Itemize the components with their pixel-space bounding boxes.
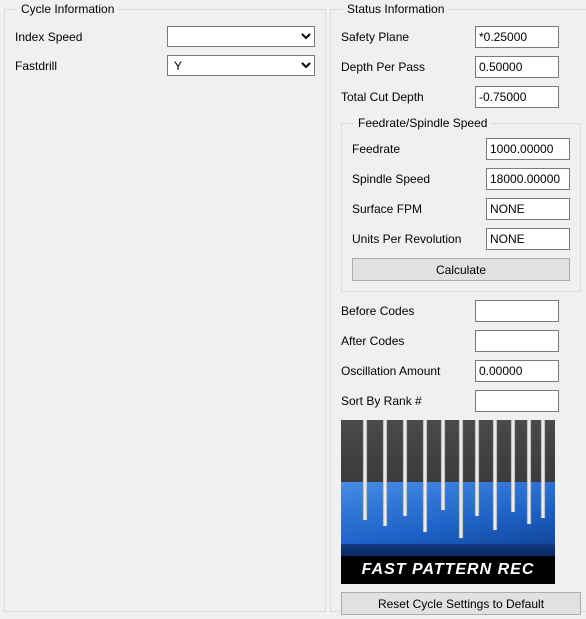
surface-fpm-input[interactable] <box>486 198 570 220</box>
oscillation-amount-input[interactable] <box>475 360 559 382</box>
units-per-rev-label: Units Per Revolution <box>352 232 486 246</box>
fastdrill-label: Fastdrill <box>15 59 167 73</box>
sort-by-rank-row: Sort By Rank # <box>341 390 581 412</box>
preview-caption: FAST PATTERN REC <box>341 556 555 584</box>
cycle-information-group: Cycle Information Index Speed Fastdrill … <box>4 2 326 612</box>
depth-per-pass-row: Depth Per Pass <box>341 56 581 78</box>
drill-rod-icon <box>493 420 497 530</box>
safety-plane-row: Safety Plane <box>341 26 581 48</box>
feedrate-row: Feedrate <box>352 138 570 160</box>
drill-rod-icon <box>383 420 387 526</box>
drill-rod-icon <box>363 420 367 520</box>
surface-fpm-label: Surface FPM <box>352 202 486 216</box>
drill-rod-icon <box>511 420 515 512</box>
depth-per-pass-input[interactable] <box>475 56 559 78</box>
spindle-speed-label: Spindle Speed <box>352 172 486 186</box>
index-speed-row: Index Speed <box>15 26 315 47</box>
calculate-button[interactable]: Calculate <box>352 258 570 281</box>
feedrate-spindle-group: Feedrate/Spindle Speed Feedrate Spindle … <box>341 116 581 292</box>
drill-rod-icon <box>527 420 531 524</box>
safety-plane-input[interactable] <box>475 26 559 48</box>
feedrate-input[interactable] <box>486 138 570 160</box>
fastdrill-row: Fastdrill Y <box>15 55 315 76</box>
index-speed-combo[interactable] <box>167 26 315 47</box>
units-per-rev-input[interactable] <box>486 228 570 250</box>
drill-rod-icon <box>441 420 445 510</box>
index-speed-label: Index Speed <box>15 30 167 44</box>
after-codes-input[interactable] <box>475 330 559 352</box>
drill-rod-icon <box>403 420 407 516</box>
feedrate-spindle-legend: Feedrate/Spindle Speed <box>354 116 491 130</box>
after-codes-row: After Codes <box>341 330 581 352</box>
status-information-group: Status Information Safety Plane Depth Pe… <box>330 2 586 612</box>
drill-rod-icon <box>423 420 427 532</box>
depth-per-pass-label: Depth Per Pass <box>341 60 475 74</box>
oscillation-amount-row: Oscillation Amount <box>341 360 581 382</box>
feedrate-label: Feedrate <box>352 142 486 156</box>
drill-rod-icon <box>475 420 479 516</box>
before-codes-row: Before Codes <box>341 300 581 322</box>
cycle-information-legend: Cycle Information <box>17 2 118 16</box>
fastdrill-combo[interactable]: Y <box>167 55 315 76</box>
preview-plate <box>341 482 555 551</box>
drill-rod-icon <box>541 420 545 518</box>
total-cut-depth-row: Total Cut Depth <box>341 86 581 108</box>
safety-plane-label: Safety Plane <box>341 30 475 44</box>
reset-cycle-settings-button[interactable]: Reset Cycle Settings to Default <box>341 592 581 615</box>
spindle-speed-input[interactable] <box>486 168 570 190</box>
units-per-rev-row: Units Per Revolution <box>352 228 570 250</box>
spindle-speed-row: Spindle Speed <box>352 168 570 190</box>
total-cut-depth-input[interactable] <box>475 86 559 108</box>
after-codes-label: After Codes <box>341 334 475 348</box>
status-information-legend: Status Information <box>343 2 448 16</box>
surface-fpm-row: Surface FPM <box>352 198 570 220</box>
sort-by-rank-label: Sort By Rank # <box>341 394 475 408</box>
cycle-preview-image: FAST PATTERN REC <box>341 420 555 584</box>
oscillation-amount-label: Oscillation Amount <box>341 364 475 378</box>
drill-rod-icon <box>459 420 463 538</box>
total-cut-depth-label: Total Cut Depth <box>341 90 475 104</box>
sort-by-rank-input[interactable] <box>475 390 559 412</box>
before-codes-label: Before Codes <box>341 304 475 318</box>
before-codes-input[interactable] <box>475 300 559 322</box>
